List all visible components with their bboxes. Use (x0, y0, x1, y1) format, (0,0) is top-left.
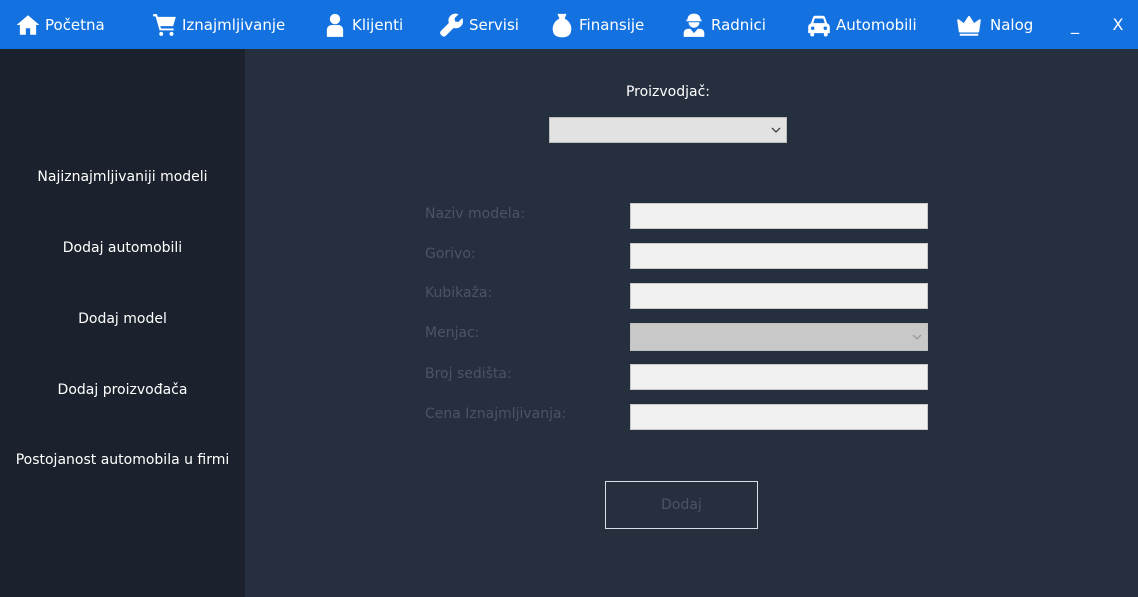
nav-rental[interactable]: Iznajmljivanje (152, 0, 285, 49)
manufacturer-select[interactable] (549, 117, 787, 143)
sidebar-item-add-cars[interactable]: Dodaj automobili (0, 240, 245, 256)
manufacturer-label: Proizvodjač: (625, 84, 711, 100)
crown-icon (957, 15, 981, 36)
model-name-label: Naziv modela: (425, 206, 525, 222)
nav-cars[interactable]: Automobili (806, 0, 917, 49)
seats-label: Broj sedišta: (425, 366, 512, 382)
worker-icon (683, 13, 705, 37)
gearbox-label: Menjac: (425, 325, 480, 341)
sidebar-item-most-rented-models[interactable]: Najiznajmljivaniji modeli (0, 169, 245, 185)
wrench-icon (440, 13, 463, 37)
nav-home[interactable]: Početna (15, 0, 105, 49)
nav-home-label: Početna (45, 15, 105, 34)
user-icon (326, 13, 344, 37)
home-icon (16, 14, 40, 35)
nav-cars-label: Automobili (836, 15, 917, 34)
model-name-input[interactable] (630, 203, 928, 229)
top-nav-bar: Početna Iznajmljivanje Klijenti Servisi … (0, 0, 1138, 49)
car-icon (808, 15, 830, 36)
rental-price-label: Cena Iznajmljivanja: (425, 406, 567, 422)
close-button[interactable]: X (1106, 0, 1130, 49)
nav-rental-label: Iznajmljivanje (182, 15, 286, 34)
fuel-label: Gorivo: (425, 246, 476, 262)
chevron-down-icon (771, 127, 781, 133)
rental-price-input[interactable] (630, 404, 928, 430)
gearbox-select[interactable] (630, 323, 928, 351)
displacement-input[interactable] (630, 283, 928, 309)
nav-workers[interactable]: Radnici (681, 0, 766, 49)
sidebar-item-add-manufacturer[interactable]: Dodaj proizvođača (0, 382, 245, 398)
nav-account-label: Nalog (990, 15, 1034, 34)
add-button[interactable]: Dodaj (605, 481, 758, 529)
seats-input[interactable] (630, 364, 928, 390)
shopping-cart-icon (153, 13, 176, 36)
fuel-input[interactable] (630, 243, 928, 269)
sidebar-item-add-model[interactable]: Dodaj model (0, 311, 245, 327)
nav-clients-label: Klijenti (352, 15, 404, 34)
sidebar-item-car-retention[interactable]: Postojanost automobila u firmi (0, 452, 245, 468)
nav-services-label: Servisi (469, 15, 519, 34)
nav-workers-label: Radnici (711, 15, 766, 34)
nav-finance[interactable]: $ Finansije (549, 0, 644, 49)
nav-services[interactable]: Servisi (439, 0, 519, 49)
nav-finance-label: Finansije (579, 15, 645, 34)
displacement-label: Kubikaža: (425, 285, 493, 301)
nav-clients[interactable]: Klijenti (322, 0, 403, 49)
nav-account[interactable]: Nalog (956, 0, 1033, 49)
chevron-down-icon (912, 334, 922, 340)
minimize-button[interactable]: _ (1063, 0, 1087, 49)
money-bag-icon: $ (552, 13, 572, 37)
svg-text:$: $ (559, 24, 565, 35)
